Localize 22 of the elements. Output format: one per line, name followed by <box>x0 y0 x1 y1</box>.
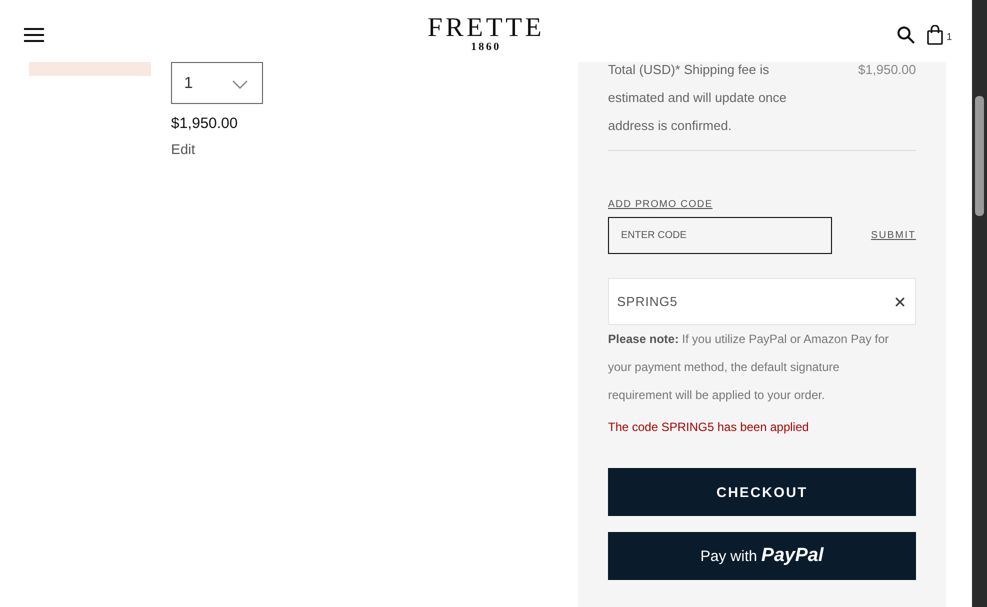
applied-code: SPRING5 <box>617 294 678 309</box>
cart-count: 1 <box>946 32 952 42</box>
success-message: The code SPRING5 has been applied <box>608 419 810 435</box>
search-icon[interactable] <box>897 26 916 44</box>
promo-code-field[interactable]: ENTER CODE <box>608 217 832 254</box>
paypal-button[interactable]: Pay with PayPal <box>608 532 916 580</box>
quantity-select[interactable]: 1 <box>171 62 263 104</box>
checkout-button[interactable]: CHECKOUT <box>608 468 916 516</box>
submit-link[interactable]: SUBMIT <box>871 230 916 241</box>
total-value: $1,950.00 <box>858 61 916 79</box>
logo-wordmark[interactable]: FRETTE <box>428 13 544 41</box>
scrollbar[interactable] <box>972 0 987 607</box>
edit-link[interactable]: Edit <box>171 141 263 157</box>
item-price: $1,950.00 <box>171 115 239 132</box>
logo-year: 1860 <box>471 41 501 53</box>
close-icon[interactable] <box>895 296 905 306</box>
promo-code-label[interactable]: ADD PROMO CODE <box>608 199 713 210</box>
shopping-bag-icon[interactable] <box>927 25 944 45</box>
chevron-down-icon <box>232 80 248 88</box>
menu-icon[interactable] <box>24 28 44 42</box>
payment-note: Please note: If you utilize PayPal or Amazon Pay for your payment method, the default signature requirement will be applied to your order. <box>608 331 890 404</box>
shipping-note: Total (USD)* Shipping fee is estimated and will update once address is confirmed. <box>608 61 788 135</box>
